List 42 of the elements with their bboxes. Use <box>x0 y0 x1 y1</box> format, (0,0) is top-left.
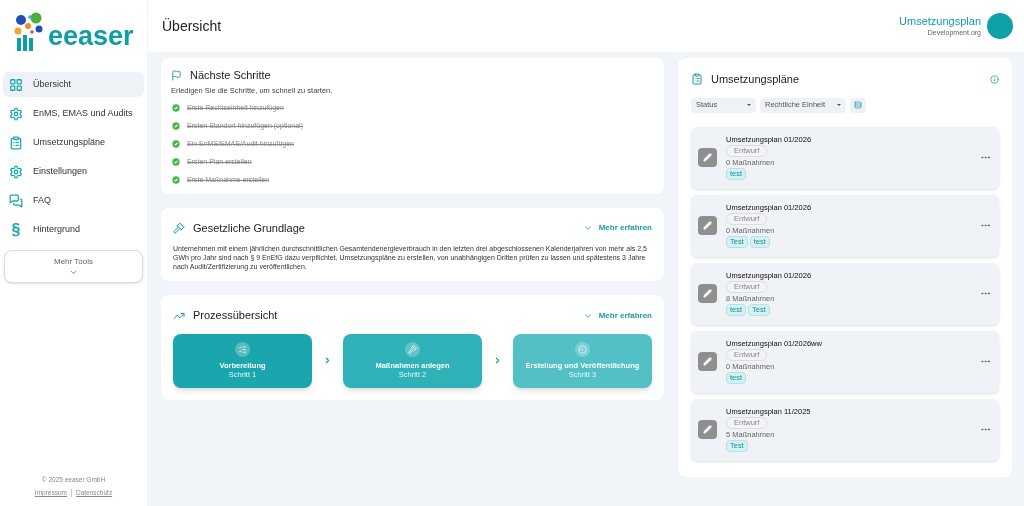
card-title: Nächste Schritte <box>190 68 271 83</box>
pencil-icon <box>703 153 712 162</box>
pencil-icon <box>703 425 712 434</box>
chevron-down-icon <box>69 268 78 277</box>
list-icon <box>854 101 862 109</box>
pencil-icon <box>703 221 712 230</box>
card-title: Umsetzungspläne <box>711 72 800 87</box>
grid-icon <box>9 77 23 92</box>
chevron-right-icon <box>323 356 332 366</box>
sidebar-item[interactable]: EnMS, EMAS und Audits <box>3 101 144 126</box>
more-link[interactable]: Mehr erfahren <box>582 309 652 322</box>
dropdown-arrow-icon <box>747 104 751 106</box>
wrench-icon <box>408 344 417 354</box>
card-title: Prozessübersicht <box>193 308 278 324</box>
plan-title: Umsetzungsplan <box>899 14 981 29</box>
info-icon[interactable] <box>990 74 999 84</box>
checklist-icon <box>238 344 247 354</box>
check-badge-icon <box>578 344 587 354</box>
gavel-icon <box>173 222 185 234</box>
gear-icon <box>9 106 23 121</box>
chat-icon <box>9 193 23 208</box>
pencil-icon <box>703 289 712 298</box>
more-link[interactable]: Mehr erfahren <box>582 222 652 234</box>
dropdown-arrow-icon <box>837 104 841 106</box>
chevron-right-icon <box>493 356 502 366</box>
section-sign-icon: § <box>9 221 23 238</box>
gear-icon <box>9 164 23 179</box>
page-title: Übersicht <box>162 16 222 36</box>
sidebar-item[interactable]: § Hintergrund <box>3 217 144 242</box>
clipboard-icon <box>9 135 23 150</box>
sidebar-item[interactable]: Übersicht <box>3 72 144 97</box>
avatar[interactable] <box>987 13 1013 39</box>
sidebar-item[interactable]: FAQ <box>3 188 144 213</box>
clipboard-icon <box>691 73 703 86</box>
logo-text: eeaser <box>48 23 134 50</box>
pencil-icon <box>703 357 712 366</box>
sidebar-item[interactable]: Umsetzungspläne <box>3 130 144 155</box>
flag-icon <box>171 69 182 81</box>
chevron-down-icon <box>582 223 593 233</box>
card-title: Gesetzliche Grundlage <box>193 220 305 236</box>
sidebar-item[interactable]: Einstellungen <box>3 159 144 184</box>
more-tools-button[interactable]: Mehr Tools <box>4 250 143 283</box>
